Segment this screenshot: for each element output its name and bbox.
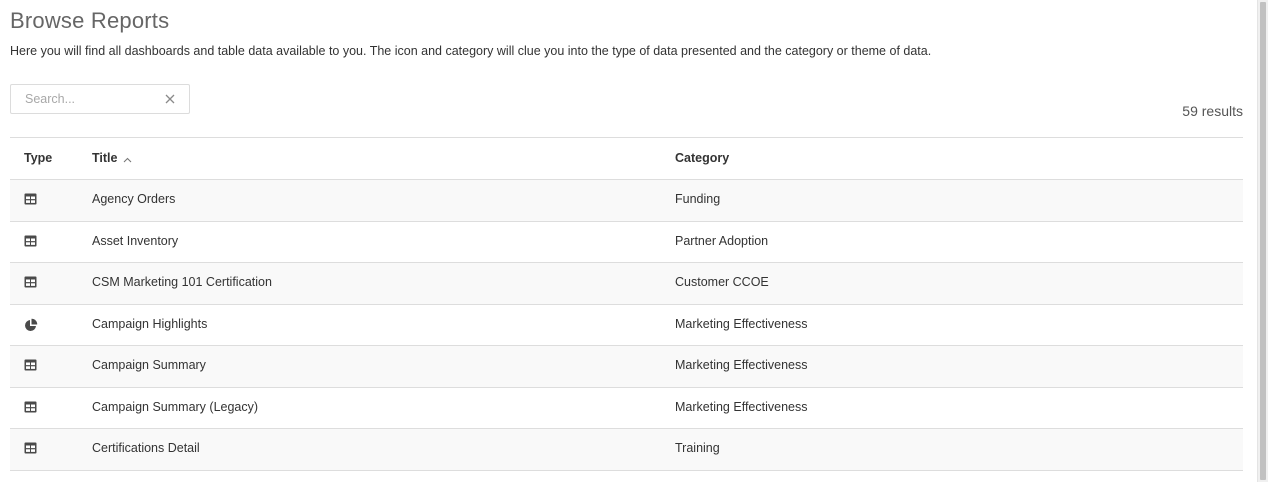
report-category: Partner Adoption [675,233,769,248]
table-icon [24,193,38,207]
page-description: Here you will find all dashboards and ta… [10,44,932,58]
column-header-title[interactable]: Title [92,151,132,166]
report-category: Training [675,441,720,455]
report-category: Funding [675,192,721,206]
report-category: Marketing Effectiveness [675,358,808,372]
table-row[interactable]: Campaign Highlights Marketing Effectivene… [10,305,1243,346]
report-title[interactable]: Campaign Highlights [92,317,207,331]
table-row[interactable]: Certifications Detail Training [10,429,1243,471]
table-icon [24,401,38,415]
report-title[interactable]: CSM Marketing 101 Certification [92,275,272,289]
table-body: Agency Orders Funding Asset Inventory Partn… [10,180,1243,471]
chevron-up-icon [123,152,132,166]
table-row[interactable]: Asset Inventory Partner Adoption [10,222,1243,263]
pie-chart-icon [24,318,38,332]
table-row[interactable]: CSM Marketing 101 Certification Customer … [10,263,1243,305]
table-header: Type Title Category [10,138,1243,180]
report-category: Marketing Effectiveness [675,399,808,414]
table-icon [24,359,38,373]
column-header-type: Type [24,151,53,165]
report-category: Marketing Effectiveness [675,316,808,331]
close-icon[interactable] [163,92,177,106]
table-row[interactable]: Agency Orders Funding [10,180,1243,222]
table-row[interactable]: Campaign Summary (Legacy) Marketing Effec… [10,388,1243,429]
report-category: Customer CCOE [675,275,769,289]
reports-table: Type Title Category Agency Orders Funding… [10,137,1243,471]
table-icon [24,276,38,290]
search-input[interactable] [11,85,161,113]
report-title[interactable]: Campaign Summary [92,358,206,372]
browse-reports-page: Browse Reports Here you will find all da… [0,0,1268,482]
column-header-title-label: Title [92,151,118,165]
report-title[interactable]: Agency Orders [92,192,175,206]
page-title: Browse Reports [10,8,170,33]
vertical-scrollbar[interactable] [1257,0,1268,482]
table-row[interactable]: Campaign Summary Marketing Effectiveness [10,346,1243,388]
search-box [10,84,190,114]
report-title[interactable]: Asset Inventory [92,234,178,248]
scrollbar-thumb[interactable] [1260,2,1266,480]
results-count: 59 results [1182,103,1243,119]
report-title[interactable]: Campaign Summary (Legacy) [92,400,258,414]
report-title[interactable]: Certifications Detail [92,441,200,455]
table-icon [24,235,38,249]
column-header-category: Category [675,151,730,165]
table-icon [24,442,38,456]
